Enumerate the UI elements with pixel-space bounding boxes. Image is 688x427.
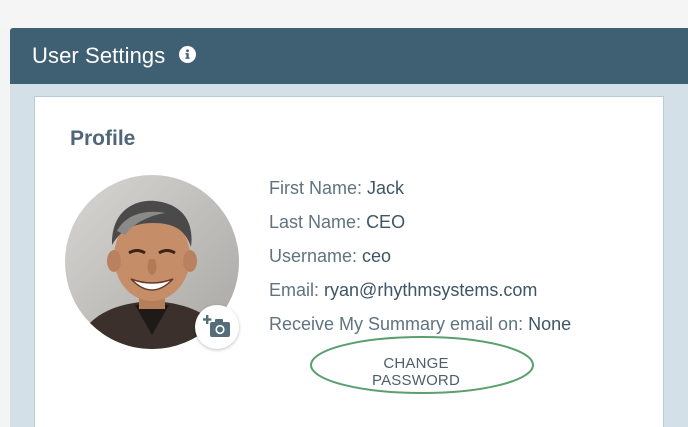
profile-card: Profile First Name: Jack Last Name: CEO … [34,96,664,427]
email-value: ryan@rhythmsystems.com [324,280,538,300]
first-name-value: Jack [367,178,405,198]
change-photo-button[interactable] [195,305,239,349]
info-icon[interactable] [179,45,197,63]
email-row: Email: ryan@rhythmsystems.com [269,279,571,313]
change-password-button[interactable]: CHANGE PASSWORD [343,355,489,389]
profile-heading: Profile [70,127,136,150]
last-name-value: CEO [366,212,406,232]
add-photo-camera-icon [203,315,230,337]
username-row: Username: ceo [269,245,571,279]
username-value: ceo [362,246,392,266]
header-bar: User Settings [10,28,688,84]
summary-email-value: None [528,314,572,334]
page-title: User Settings [32,43,166,68]
summary-email-label: Receive My Summary email on: [269,314,524,334]
last-name-row: Last Name: CEO [269,211,571,245]
email-label: Email: [269,280,320,300]
username-label: Username: [269,246,358,266]
first-name-row: First Name: Jack [269,177,571,211]
top-strip [0,0,688,28]
last-name-label: Last Name: [269,212,362,232]
profile-fields: First Name: Jack Last Name: CEO Username… [269,177,571,347]
summary-email-row: Receive My Summary email on: None [269,313,571,347]
first-name-label: First Name: [269,178,363,198]
